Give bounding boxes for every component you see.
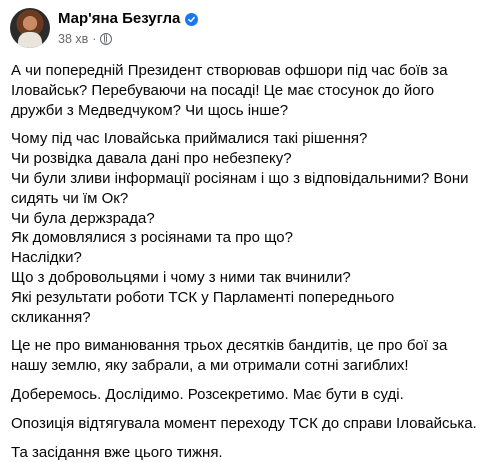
author-row: Мар'яна Безугла bbox=[58, 9, 199, 29]
post-paragraph: Опозиція відтягувала момент переходу ТСК… bbox=[11, 414, 477, 432]
post-timestamp[interactable]: 38 хв bbox=[58, 32, 88, 46]
globe-icon[interactable] bbox=[100, 33, 113, 45]
post-subline: 38 хв · bbox=[58, 31, 198, 47]
post-paragraph: А чи попередній Президент створював офшо… bbox=[11, 62, 448, 119]
verified-badge-icon bbox=[185, 12, 199, 26]
author-name[interactable]: Мар'яна Безугла bbox=[58, 9, 180, 29]
post-card: Мар'яна Безугла 38 хв · А чи попередній … bbox=[0, 0, 484, 461]
author-avatar[interactable] bbox=[10, 8, 50, 48]
separator-dot: · bbox=[92, 32, 97, 46]
post-meta: Мар'яна Безугла 38 хв · bbox=[58, 8, 199, 47]
post-text: А чи попередній Президент створював офшо… bbox=[11, 61, 478, 462]
post-paragraph: Доберемось. Дослідимо. Розсекретимо. Має… bbox=[11, 385, 404, 403]
post-paragraph: Це не про виманювання трьох десятків бан… bbox=[11, 337, 448, 375]
post-header: Мар'яна Безугла 38 хв · bbox=[10, 8, 199, 48]
post-paragraph: Чому під час Іловайська приймалися такі … bbox=[11, 130, 469, 326]
post-paragraph: Та засідання вже цього тижня. bbox=[11, 443, 223, 461]
